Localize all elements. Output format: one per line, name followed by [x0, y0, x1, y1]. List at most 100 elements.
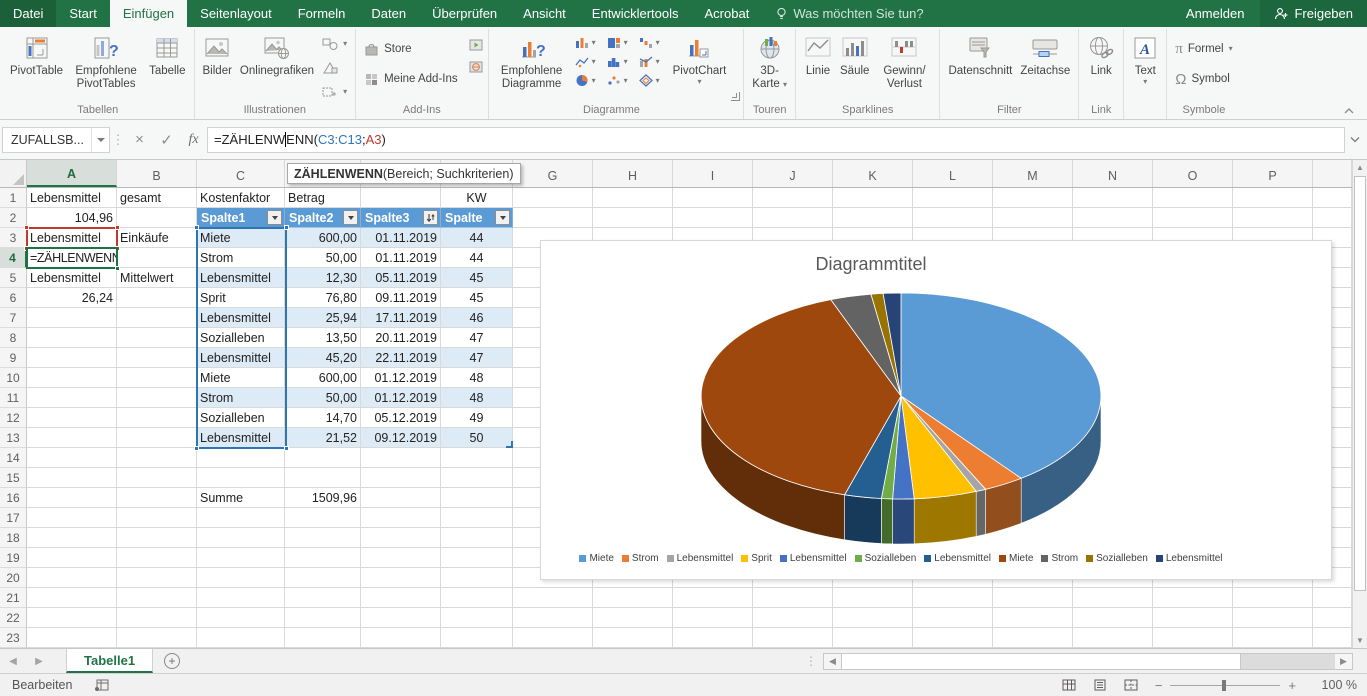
cell-C10[interactable]: Miete: [197, 368, 285, 388]
cell-O2[interactable]: [1153, 208, 1233, 228]
row-header-18[interactable]: 18: [0, 528, 27, 548]
row-header-15[interactable]: 15: [0, 468, 27, 488]
column-header-J[interactable]: J: [753, 160, 833, 187]
vertical-scroll-thumb[interactable]: [1354, 176, 1366, 591]
zeitachse-button[interactable]: Zeitachse: [1017, 30, 1073, 78]
cell-B15[interactable]: [117, 468, 197, 488]
pie-chart-plot[interactable]: [541, 281, 1333, 551]
cell-G22[interactable]: [513, 608, 593, 628]
cell-H21[interactable]: [593, 588, 673, 608]
cell-E20[interactable]: [361, 568, 441, 588]
cell-A9[interactable]: [27, 348, 117, 368]
cell-D20[interactable]: [285, 568, 361, 588]
cell-B2[interactable]: [117, 208, 197, 228]
cell-E11[interactable]: 01.12.2019: [361, 388, 441, 408]
cell-C22[interactable]: [197, 608, 285, 628]
row-header-23[interactable]: 23: [0, 628, 27, 648]
cell-F23[interactable]: [441, 628, 513, 648]
row-header-7[interactable]: 7: [0, 308, 27, 328]
cell-E8[interactable]: 20.11.2019: [361, 328, 441, 348]
cell-partial-22[interactable]: [1313, 608, 1352, 628]
cell-A4[interactable]: =ZÄHLENWENN: [27, 248, 117, 268]
cell-D14[interactable]: [285, 448, 361, 468]
cell-D8[interactable]: 13,50: [285, 328, 361, 348]
cell-E18[interactable]: [361, 528, 441, 548]
cell-C18[interactable]: [197, 528, 285, 548]
chart-type-histogram-button[interactable]: ▾: [604, 52, 636, 71]
cell-D6[interactable]: 76,80: [285, 288, 361, 308]
cell-F3[interactable]: 44: [441, 228, 513, 248]
zoom-slider-thumb[interactable]: [1222, 680, 1226, 691]
column-header-P[interactable]: P: [1233, 160, 1313, 187]
cell-M22[interactable]: [993, 608, 1073, 628]
cell-D22[interactable]: [285, 608, 361, 628]
filter-dropdown-icon[interactable]: [343, 210, 358, 225]
legend-item[interactable]: Sozialleben: [1086, 553, 1148, 564]
cell-E23[interactable]: [361, 628, 441, 648]
cell-L1[interactable]: [913, 188, 993, 208]
cell-E3[interactable]: 01.11.2019: [361, 228, 441, 248]
cell-J21[interactable]: [753, 588, 833, 608]
cell-D15[interactable]: [285, 468, 361, 488]
legend-item[interactable]: Sprit: [741, 553, 772, 564]
cell-E17[interactable]: [361, 508, 441, 528]
cell-C1[interactable]: Kostenfaktor: [197, 188, 285, 208]
cell-C8[interactable]: Sozialleben: [197, 328, 285, 348]
cell-D9[interactable]: 45,20: [285, 348, 361, 368]
cell-C17[interactable]: [197, 508, 285, 528]
cell-I21[interactable]: [673, 588, 753, 608]
cell-C2[interactable]: Spalte1: [197, 208, 285, 228]
cell-F12[interactable]: 49: [441, 408, 513, 428]
add-sheet-button[interactable]: +: [153, 649, 191, 673]
cell-A6[interactable]: 26,24: [27, 288, 117, 308]
cell-P22[interactable]: [1233, 608, 1313, 628]
cell-E10[interactable]: 01.12.2019: [361, 368, 441, 388]
cell-J23[interactable]: [753, 628, 833, 648]
column-header-partial[interactable]: [1313, 160, 1352, 187]
cell-D3[interactable]: 600,00: [285, 228, 361, 248]
meine-addins-button[interactable]: Meine Add-Ins: [361, 68, 461, 90]
page-layout-view-icon[interactable]: [1093, 679, 1107, 691]
cell-A3[interactable]: Lebensmittel: [27, 228, 117, 248]
select-all-corner[interactable]: [0, 160, 27, 187]
row-header-1[interactable]: 1: [0, 188, 27, 208]
row-header-22[interactable]: 22: [0, 608, 27, 628]
cell-B21[interactable]: [117, 588, 197, 608]
cell-B6[interactable]: [117, 288, 197, 308]
cell-F21[interactable]: [441, 588, 513, 608]
legend-item[interactable]: Lebensmittel: [924, 553, 991, 564]
cell-J1[interactable]: [753, 188, 833, 208]
legend-item[interactable]: Lebensmittel: [780, 553, 847, 564]
cell-B17[interactable]: [117, 508, 197, 528]
cell-E7[interactable]: 17.11.2019: [361, 308, 441, 328]
cell-C12[interactable]: Sozialleben: [197, 408, 285, 428]
column-header-N[interactable]: N: [1073, 160, 1153, 187]
cell-M1[interactable]: [993, 188, 1073, 208]
cell-A18[interactable]: [27, 528, 117, 548]
row-header-3[interactable]: 3: [0, 228, 27, 248]
empfohlene-diagramme-button[interactable]: ? Empfohlene Diagramme: [494, 30, 570, 91]
name-box[interactable]: ZUFALLSB...: [2, 127, 110, 153]
cell-F9[interactable]: 47: [441, 348, 513, 368]
cell-D12[interactable]: 14,70: [285, 408, 361, 428]
formula-input[interactable]: =ZÄHLENWENN(C3:C13;A3): [207, 127, 1345, 153]
cell-B22[interactable]: [117, 608, 197, 628]
cell-F19[interactable]: [441, 548, 513, 568]
cell-B5[interactable]: Mittelwert: [117, 268, 197, 288]
cell-H1[interactable]: [593, 188, 673, 208]
cell-A12[interactable]: [27, 408, 117, 428]
legend-item[interactable]: Miete: [999, 553, 1033, 564]
pie-slice-side-5[interactable]: [881, 499, 892, 544]
cell-partial-23[interactable]: [1313, 628, 1352, 648]
tab-start[interactable]: Start: [56, 0, 109, 27]
cell-B11[interactable]: [117, 388, 197, 408]
cell-D18[interactable]: [285, 528, 361, 548]
cell-F1[interactable]: KW: [441, 188, 513, 208]
row-header-20[interactable]: 20: [0, 568, 27, 588]
cell-A8[interactable]: [27, 328, 117, 348]
cell-E21[interactable]: [361, 588, 441, 608]
cell-B8[interactable]: [117, 328, 197, 348]
cell-F16[interactable]: [441, 488, 513, 508]
legend-item[interactable]: Strom: [1041, 553, 1078, 564]
column-header-M[interactable]: M: [993, 160, 1073, 187]
